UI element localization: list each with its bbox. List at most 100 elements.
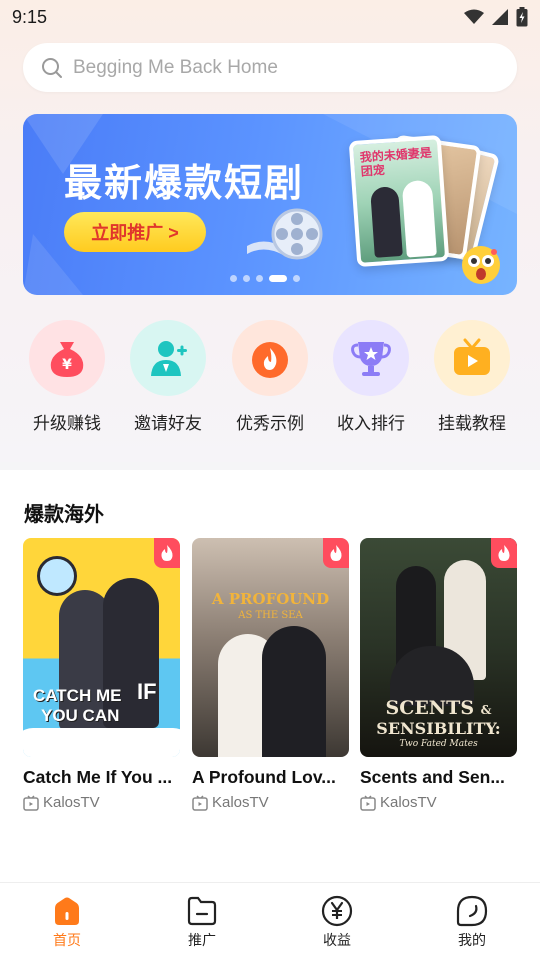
- carousel-dot[interactable]: [256, 275, 263, 282]
- quick-action-label: 挂载教程: [438, 414, 506, 433]
- drama-poster[interactable]: A PROFOUND AS THE SEA: [192, 538, 349, 757]
- tv-source-icon: [360, 794, 376, 811]
- carousel-dot[interactable]: [293, 275, 300, 282]
- surprised-emoji-icon: [462, 246, 500, 284]
- section-divider: [0, 462, 540, 470]
- drama-title: Scents and Sen...: [360, 767, 505, 787]
- search-placeholder: Begging Me Back Home: [73, 56, 278, 78]
- money-bag-icon: ¥: [50, 342, 84, 377]
- quick-action-icon-wrap: [232, 320, 308, 396]
- quick-action-examples[interactable]: 优秀示例: [220, 320, 320, 434]
- battery-icon: [516, 7, 528, 27]
- hot-badge: [154, 538, 180, 568]
- folder-icon: [187, 896, 217, 926]
- banner-poster-front: 我的未婚妻是团宠: [348, 134, 450, 268]
- drama-source: KalosTV: [23, 794, 180, 811]
- tab-icon-wrap: [27, 895, 107, 927]
- film-reel-icon: [247, 208, 323, 260]
- drama-title: Catch Me If You ...: [23, 767, 173, 787]
- drama-poster[interactable]: CATCH ME YOU CAN IF: [23, 538, 180, 757]
- tab-earnings[interactable]: 收益: [297, 895, 377, 950]
- poster-title-mark: IF: [137, 679, 157, 704]
- poster-title-line: SENSIBILITY:: [376, 719, 501, 738]
- signal-icon: [492, 9, 508, 25]
- promote-now-button[interactable]: 立即推广 >: [64, 212, 206, 252]
- add-user-icon: [151, 341, 187, 376]
- fire-icon: [498, 545, 510, 561]
- poster-title-line: AS THE SEA: [238, 610, 303, 621]
- wifi-icon: [464, 9, 484, 24]
- quick-action-invite[interactable]: 邀请好友: [118, 320, 218, 434]
- poster-bubble: [37, 556, 77, 596]
- drama-card[interactable]: CATCH ME YOU CAN IF Catch Me If You ... …: [23, 538, 180, 811]
- drama-card[interactable]: A PROFOUND AS THE SEA A Profound Lov... …: [192, 538, 349, 811]
- tv-icon: [454, 338, 490, 375]
- quick-action-icon-wrap: [434, 320, 510, 396]
- svg-text:¥: ¥: [62, 357, 72, 373]
- carousel-indicator: [230, 275, 300, 282]
- drama-source-name: KalosTV: [380, 794, 437, 811]
- status-bar: 9:15: [0, 0, 540, 34]
- drama-card[interactable]: SCENTS & SENSIBILITY: Two Fated Mates Sc…: [360, 538, 517, 811]
- banner-poster-figure-right: [401, 179, 437, 258]
- tab-label: 首页: [53, 932, 81, 948]
- trophy-icon: [351, 342, 391, 376]
- carousel-dot-active[interactable]: [269, 275, 287, 282]
- promo-banner[interactable]: 最新爆款短剧 立即推广 > 我的未婚妻是团宠: [23, 114, 517, 295]
- drama-source: KalosTV: [192, 794, 349, 811]
- poster-title-text: A PROFOUND AS THE SEA: [192, 590, 349, 621]
- poster-title-text-part: &: [480, 703, 492, 717]
- tab-home[interactable]: 首页: [27, 895, 107, 950]
- hot-badge: [323, 538, 349, 568]
- poster-title-line: Two Fated Mates: [399, 739, 478, 749]
- poster-title-line: A PROFOUND: [211, 590, 330, 608]
- drama-poster[interactable]: SCENTS & SENSIBILITY: Two Fated Mates: [360, 538, 517, 757]
- search-icon: [42, 57, 62, 78]
- drama-source: KalosTV: [360, 794, 517, 811]
- status-time: 9:15: [12, 6, 48, 27]
- tv-source-icon: [192, 794, 208, 811]
- profile-icon: [456, 895, 488, 927]
- poster-cloud: [23, 728, 180, 757]
- carousel-dot[interactable]: [230, 275, 237, 282]
- quick-action-label: 优秀示例: [236, 414, 304, 433]
- tab-promote[interactable]: 推广: [162, 895, 242, 950]
- quick-action-label: 升级赚钱: [33, 414, 101, 433]
- tab-label: 我的: [458, 932, 486, 948]
- poster-title-text-part: YOU CAN: [41, 706, 120, 725]
- poster-title-text: SCENTS & SENSIBILITY: Two Fated Mates: [360, 698, 517, 749]
- search-bar[interactable]: Begging Me Back Home: [23, 43, 517, 92]
- section-title: 爆款海外: [24, 504, 104, 526]
- tab-icon-wrap: [297, 895, 377, 927]
- quick-action-label: 邀请好友: [134, 414, 202, 433]
- quick-action-label: 收入排行: [337, 414, 405, 433]
- banner-poster-figure-left: [370, 186, 403, 258]
- quick-action-tutorial[interactable]: 挂载教程: [422, 320, 522, 434]
- tv-source-icon: [23, 794, 39, 811]
- tab-label: 推广: [188, 932, 216, 948]
- tab-icon-wrap: [432, 895, 512, 927]
- quick-action-icon-wrap: [333, 320, 409, 396]
- drama-source-name: KalosTV: [43, 794, 100, 811]
- fire-icon: [161, 545, 173, 561]
- tab-label: 收益: [323, 932, 351, 948]
- hot-badge: [491, 538, 517, 568]
- tab-profile[interactable]: 我的: [432, 895, 512, 950]
- home-icon: [55, 897, 79, 925]
- poster-title-text: CATCH ME YOU CAN IF: [33, 681, 173, 726]
- poster-title-text-part: SCENTS: [385, 697, 475, 719]
- quick-actions: ¥ 升级赚钱 邀请好友 优秀示例 收入排行 挂载教程: [0, 320, 540, 440]
- drama-title: A Profound Lov...: [192, 767, 336, 787]
- banner-poster-caption: 我的未婚妻是团宠: [359, 145, 433, 179]
- quick-action-ranking[interactable]: 收入排行: [321, 320, 421, 434]
- flame-icon: [252, 342, 288, 378]
- banner-title: 最新爆款短剧: [64, 163, 305, 205]
- fire-icon: [330, 545, 342, 561]
- poster-title-line: YOU CAN IF: [33, 681, 173, 726]
- carousel-dot[interactable]: [243, 275, 250, 282]
- status-icons: [464, 7, 528, 27]
- quick-action-icon-wrap: ¥: [29, 320, 105, 396]
- drama-source-name: KalosTV: [212, 794, 269, 811]
- quick-action-upgrade[interactable]: ¥ 升级赚钱: [17, 320, 117, 434]
- bottom-tab-bar: 首页 推广 收益 我的: [0, 882, 540, 960]
